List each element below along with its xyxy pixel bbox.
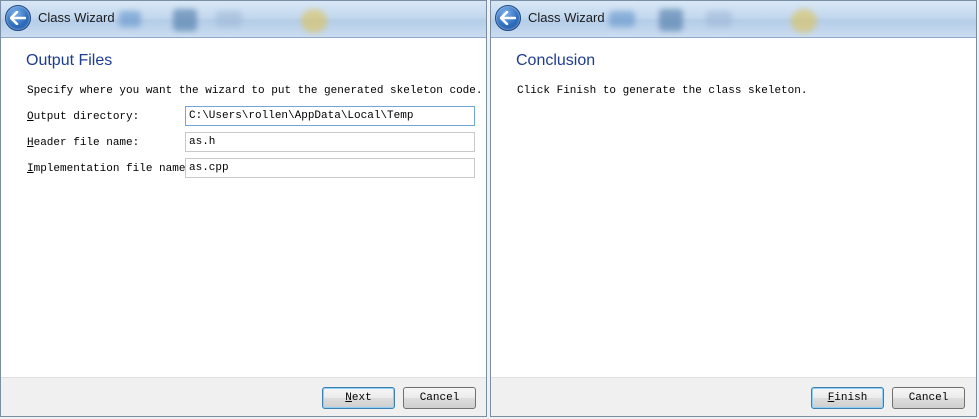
back-button[interactable] <box>495 5 521 31</box>
finish-button[interactable]: Finish <box>811 387 884 409</box>
class-wizard-window-output-files: Class Wizard Output Files Specify where … <box>0 0 487 417</box>
glass-blur <box>173 9 197 31</box>
cancel-button[interactable]: Cancel <box>403 387 476 409</box>
wizard-page-content: Output Files Specify where you want the … <box>1 38 486 377</box>
output-directory-label: Output directory: <box>27 111 140 123</box>
output-directory-input[interactable]: C:\Users\rollen\AppData\Local\Temp <box>185 106 475 126</box>
implementation-file-name-input[interactable]: as.cpp <box>185 158 475 178</box>
implementation-file-name-label: Implementation file name: <box>27 163 193 175</box>
title-bar: Class Wizard <box>1 1 486 38</box>
back-arrow-icon <box>10 11 26 25</box>
wizard-page-content: Conclusion Click Finish to generate the … <box>491 38 976 377</box>
window-title: Class Wizard <box>38 10 115 25</box>
back-button[interactable] <box>5 5 31 31</box>
glass-blur <box>706 11 732 27</box>
header-file-name-input[interactable]: as.h <box>185 132 475 152</box>
cancel-button[interactable]: Cancel <box>892 387 965 409</box>
next-button[interactable]: Next <box>322 387 395 409</box>
page-instruction: Specify where you want the wizard to put… <box>27 85 483 97</box>
page-heading: Conclusion <box>516 52 596 69</box>
glass-blur <box>301 9 327 33</box>
page-heading: Output Files <box>26 52 113 69</box>
button-bar: Next Cancel <box>1 377 486 416</box>
window-title: Class Wizard <box>528 10 605 25</box>
glass-blur <box>791 9 817 33</box>
button-bar: Finish Cancel <box>491 377 976 416</box>
class-wizard-window-conclusion: Class Wizard Conclusion Click Finish to … <box>490 0 977 417</box>
glass-blur <box>119 11 141 27</box>
header-file-name-label: Header file name: <box>27 137 140 149</box>
glass-blur <box>216 11 242 27</box>
page-instruction: Click Finish to generate the class skele… <box>517 85 808 97</box>
title-bar: Class Wizard <box>491 1 976 38</box>
back-arrow-icon <box>500 11 516 25</box>
glass-blur <box>659 9 683 31</box>
glass-blur <box>609 11 635 27</box>
